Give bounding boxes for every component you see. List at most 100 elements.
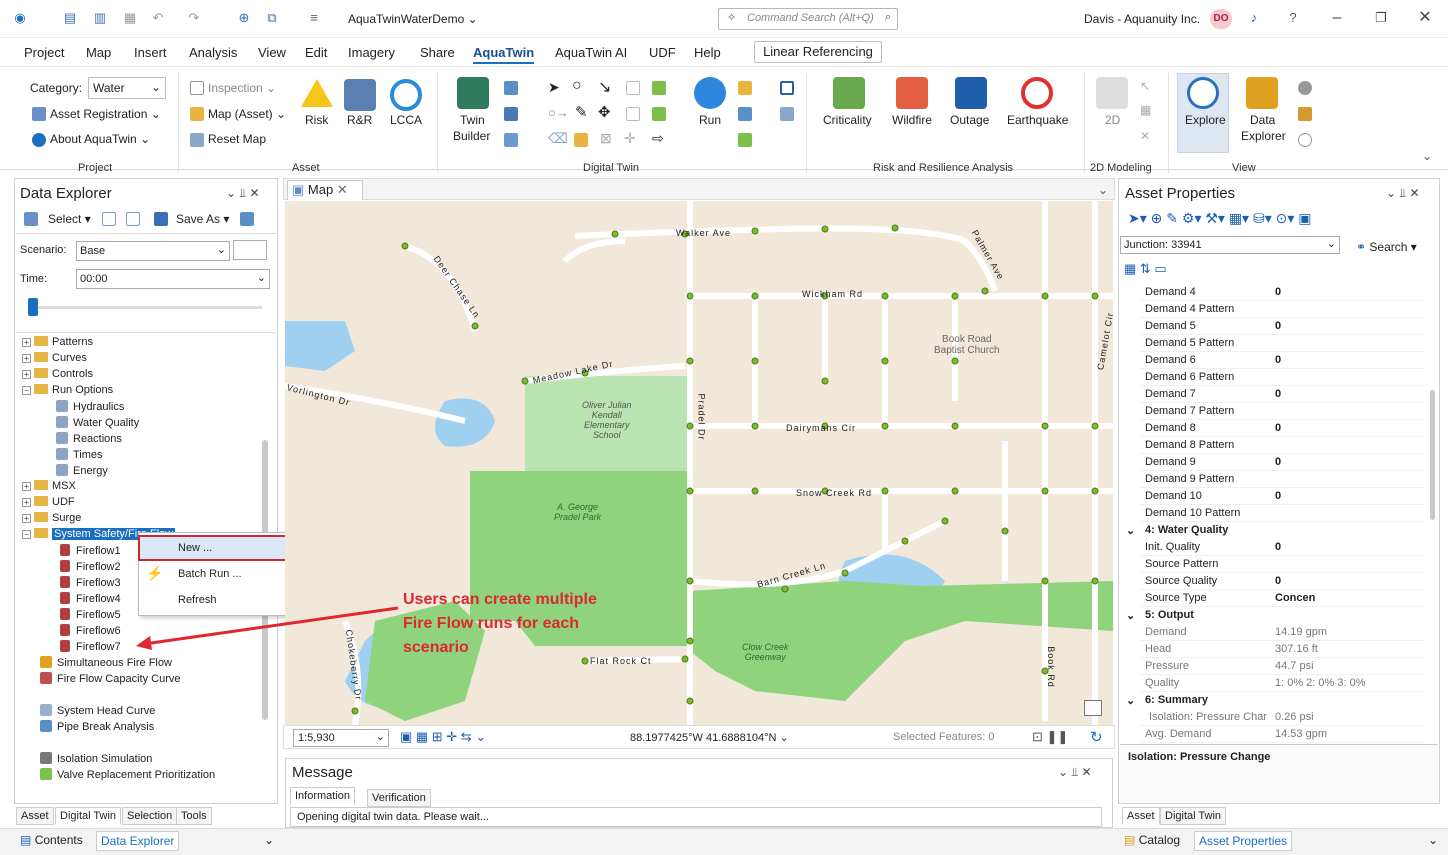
tree-item-hydraulics[interactable]: Hydraulics [56,400,124,416]
prop-row-demand-5-pattern[interactable]: Demand 5 Pattern [1140,335,1424,352]
pointer-icon[interactable]: ➤ [548,79,560,96]
prop-row-demand-8-pattern[interactable]: Demand 8 Pattern [1140,437,1424,454]
menu-analysis[interactable]: Analysis [189,45,237,60]
tree-item-energy[interactable]: Energy [56,464,108,480]
prop-row-demand-9-pattern[interactable]: Demand 9 Pattern [1140,471,1424,488]
project-name[interactable]: AquaTwinWaterDemo ⌄ [348,12,478,26]
tree-item-fireflow7[interactable]: Fireflow7 [60,640,121,656]
twin-builder-label-1[interactable]: Twin [460,113,485,127]
notification-icon[interactable]: ♪ [1246,10,1262,26]
panel-menu-icon[interactable]: ⌄ ⫫ ✕ [226,186,260,201]
prop-row-demand-5[interactable]: Demand 50 [1140,318,1424,335]
prop-row-demand-9[interactable]: Demand 90 [1140,454,1424,471]
run-button[interactable]: Run [699,113,721,127]
2d-sketch-icon[interactable]: ✕ [1140,129,1150,143]
reset-map-button[interactable]: Reset Map [208,132,266,146]
avatar[interactable]: DO [1210,9,1232,29]
prop-row-pressure[interactable]: Pressure 44.7 psi [1140,658,1424,675]
tree-item-fireflow3[interactable]: Fireflow3 [60,576,121,592]
report-tool-icon[interactable] [738,133,752,147]
prop-row-demand-6-pattern[interactable]: Demand 6 Pattern [1140,369,1424,386]
pen-tool-icon[interactable]: ✎ [575,103,588,121]
2d-grid-icon[interactable]: ▦ [1140,103,1151,117]
tree-item-surge[interactable]: + Surge [22,512,81,528]
time-slider-thumb[interactable] [28,298,38,316]
tree-item-water-quality[interactable]: Water Quality [56,416,139,432]
prop-row-demand-7-pattern[interactable]: Demand 7 Pattern [1140,403,1424,420]
prop-row-demand-4[interactable]: Demand 40 [1140,284,1424,301]
properties-toolbar-icons[interactable]: ➤▾ ⊕ ✎ ⚙▾ ⚒▾ ▦▾ ⛁▾ ⊙▾ ▣ [1128,210,1312,227]
prop-category-water-quality[interactable]: ⌄ 4: Water Quality [1122,522,1424,539]
prop-row-isolation-pressure[interactable]: Isolation: Pressure Char 0.26 psi [1140,709,1424,726]
rr-button[interactable]: R&R [347,113,372,127]
criticality-button[interactable]: Criticality [823,113,872,127]
zoom-icon[interactable]: ⊕ [236,10,252,26]
prop-row-demand-output[interactable]: Demand 14.19 gpm [1140,624,1424,641]
eraser-icon[interactable]: ⌫ [548,130,568,147]
prop-row-source-quality[interactable]: Source Quality 0 [1140,573,1424,590]
page-tool-icon[interactable] [652,107,666,121]
doc-tool-icon[interactable] [652,81,666,95]
refresh-icon[interactable]: ↻ [1090,728,1103,746]
data-explorer-label-2[interactable]: Explorer [1241,129,1286,143]
tree-item-valve-replacement[interactable]: Valve Replacement Prioritization [40,768,215,784]
outage-button[interactable]: Outage [950,113,989,127]
split-icon[interactable]: ⊠ [600,130,612,147]
contents-tab[interactable]: ▤ Contents [20,833,83,847]
prop-row-init-quality[interactable]: Init. Quality 0 [1140,539,1424,556]
settings-gear-icon[interactable] [1298,81,1312,95]
menu-edit[interactable]: Edit [305,45,327,60]
redo-icon[interactable]: ↷ [186,10,202,26]
close-icon[interactable]: ✕ [337,182,348,197]
scale-select[interactable]: 1:5,930 ⌄ [293,729,389,747]
frame-tool-icon[interactable] [780,81,794,95]
prop-row-demand-8[interactable]: Demand 80 [1140,420,1424,437]
prop-row-head[interactable]: Head 307.16 ft [1140,641,1424,658]
tree-item-msx[interactable]: + MSX [22,480,76,496]
data-explorer-tab[interactable]: Data Explorer [96,831,180,851]
vertex-tool-icon[interactable]: ✥ [598,103,611,121]
lcca-button[interactable]: LCCA [390,113,422,127]
prop-category-summary[interactable]: ⌄ 6: Summary [1122,692,1424,709]
prop-row-demand-6[interactable]: Demand 60 [1140,352,1424,369]
tab-digital-twin[interactable]: Digital Twin [55,807,122,825]
asset-selector[interactable]: Junction: 33941 ⌄ [1120,236,1340,254]
map-asset-button[interactable]: Map (Asset) ⌄ [208,107,286,121]
twin-builder-label-2[interactable]: Builder [453,129,490,143]
collapse-ribbon-icon[interactable]: ⌄ [1422,149,1432,163]
2d-tool-icon[interactable]: ↖ [1140,79,1150,93]
tree-item-fireflow1[interactable]: Fireflow1 [60,544,121,560]
tab-asset-props-digital-twin[interactable]: Digital Twin [1160,807,1227,825]
export-data-icon[interactable] [240,212,254,226]
tree-item-fireflow6[interactable]: Fireflow6 [60,624,121,640]
save-as-button[interactable]: Save As ▾ [176,212,229,226]
inspection-button[interactable]: Inspection ⌄ [208,81,276,95]
tree-item-udf[interactable]: + UDF [22,496,75,512]
minimize-button[interactable]: – [1322,8,1352,30]
new-project-icon[interactable]: ▤ [62,10,78,26]
layout-icon[interactable]: ⧉ [264,10,280,26]
tree-item-run-options[interactable]: − Run Options [22,384,113,400]
rect-tool-icon[interactable] [626,81,640,95]
asset-registration-button[interactable]: Asset Registration ⌄ [50,107,161,121]
prop-row-demand-7[interactable]: Demand 70 [1140,386,1424,403]
paint-icon[interactable] [574,133,588,147]
tag-icon[interactable] [1298,107,1312,121]
linear-referencing-tab[interactable]: Linear Referencing [754,41,882,63]
tree-item-isolation-simulation[interactable]: Isolation Simulation [40,752,152,768]
filter-icon[interactable] [126,212,140,226]
edit-tool-icon[interactable] [504,133,518,147]
menu-aquatwin[interactable]: AquaTwin [473,45,535,64]
calc-tool-icon[interactable] [780,107,794,121]
prop-row-demand-4-pattern[interactable]: Demand 4 Pattern [1140,301,1424,318]
box-tool-icon[interactable] [626,107,640,121]
select-tool-icon[interactable] [102,212,116,226]
save-icon[interactable]: ▦ [122,10,138,26]
help-icon[interactable]: ? [1285,10,1301,26]
map-legend-icon[interactable] [1084,700,1102,716]
tab-asset[interactable]: Asset [16,807,54,825]
tab-information[interactable]: Information [290,787,356,805]
menu-imagery[interactable]: Imagery [348,45,395,60]
scenario-select[interactable]: Base ⌄ [76,241,230,261]
link-icon[interactable] [1298,133,1312,147]
